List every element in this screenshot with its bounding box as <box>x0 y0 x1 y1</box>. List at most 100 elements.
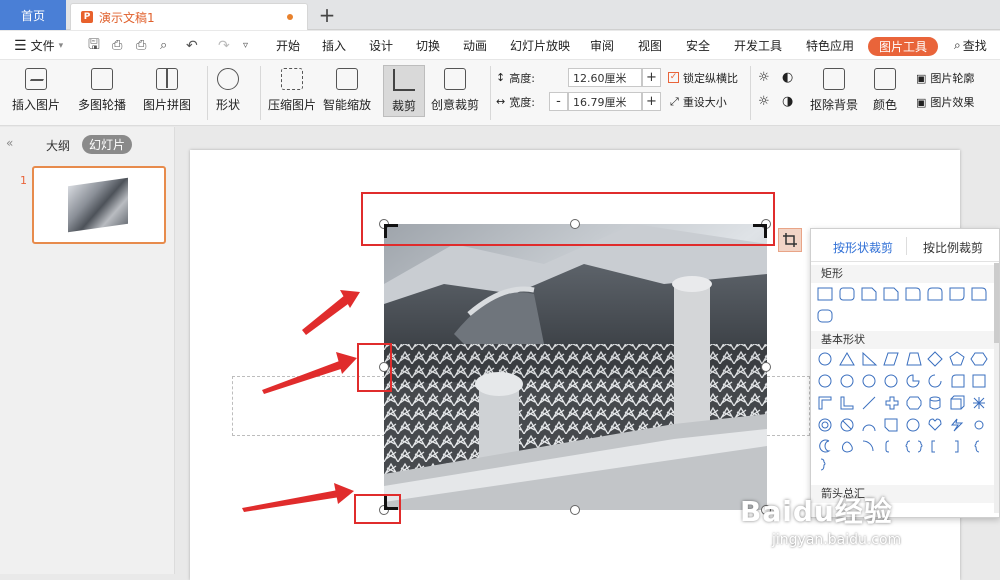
tab-document[interactable]: P 演示文稿1 <box>70 3 308 30</box>
smart-zoom-label: 智能缩放 <box>323 98 372 112</box>
shape-button[interactable]: 形状 <box>216 68 240 113</box>
compress-image-button[interactable]: 压缩图片 <box>268 68 316 113</box>
picture-outline-button[interactable]: ▣ 图片轮廓 <box>916 70 974 86</box>
image-collage-label: 图片拼图 <box>143 98 192 112</box>
compress-icon <box>281 68 303 90</box>
brightness-up-icon[interactable]: ☼ <box>758 70 770 85</box>
shape-snip-rect-2 <box>883 287 899 301</box>
collapse-panel-icon[interactable]: « <box>6 136 13 150</box>
tab-crop-by-shape[interactable]: 按形状裁剪 <box>833 239 893 256</box>
tab-home[interactable]: 首页 <box>0 0 66 30</box>
export-pdf-icon[interactable]: ⎙ <box>112 31 122 60</box>
menu-animation[interactable]: 动画 <box>463 31 487 60</box>
shape-icon <box>217 68 239 90</box>
rectangle-shapes <box>817 287 987 323</box>
width-label-text: 宽度: <box>509 95 535 109</box>
menu-start[interactable]: 开始 <box>276 31 300 60</box>
arrow-icon <box>262 360 344 394</box>
print-icon[interactable]: ⎙ <box>136 31 146 60</box>
menu-security[interactable]: 安全 <box>686 31 710 60</box>
lock-ratio-checkbox[interactable]: ✓ 锁定纵横比 <box>668 68 738 87</box>
document-title: 演示文稿1 <box>99 10 155 25</box>
print-preview-icon[interactable]: ⌕ <box>160 31 167 60</box>
section-rectangle: 矩形 <box>811 265 997 283</box>
height-label-text: 高度: <box>509 71 535 85</box>
file-menu[interactable]: ☰ 文件 ▾ <box>14 31 63 60</box>
height-input[interactable]: 12.60厘米 <box>568 68 642 87</box>
multi-carousel-button[interactable]: 多图轮播 <box>78 68 126 113</box>
shape-rounded-rect-2 <box>817 309 833 323</box>
menu-design[interactable]: 设计 <box>369 31 393 60</box>
unsaved-dot-icon <box>287 14 293 20</box>
shape-round-top <box>927 287 943 301</box>
resize-handle-bottom[interactable] <box>570 505 580 515</box>
width-input[interactable]: 16.79厘米 <box>568 92 642 111</box>
smart-zoom-button[interactable]: 智能缩放 <box>323 68 371 113</box>
floating-crop-button[interactable] <box>778 228 802 252</box>
brightness-down-icon[interactable]: ☼ <box>758 94 770 109</box>
menu-bar: ☰ 文件 ▾ 🖫 ⎙ ⎙ ⌕ ↶ ↷ ▿ 开始 插入 设计 切换 动画 幻灯片放… <box>0 31 1000 60</box>
save-icon[interactable]: 🖫 <box>88 31 100 60</box>
menu-transition[interactable]: 切换 <box>416 31 440 60</box>
menu-review[interactable]: 审阅 <box>590 31 614 60</box>
slide-number: 1 <box>20 174 27 187</box>
crop-icon <box>783 233 797 247</box>
width-label: ↔ 宽度: <box>496 92 535 111</box>
find-label: 查找 <box>962 39 987 53</box>
contrast-down-icon[interactable]: ◑ <box>782 94 793 109</box>
highlight-box <box>361 192 775 246</box>
image-icon <box>25 68 47 90</box>
menu-slideshow[interactable]: 幻灯片放映 <box>510 31 570 60</box>
ribbon-divider <box>207 66 208 120</box>
width-icon: ↔ <box>496 95 506 108</box>
tab-crop-by-ratio[interactable]: 按比例裁剪 <box>923 239 983 256</box>
section-basic-shapes: 基本形状 <box>811 331 997 349</box>
scrollbar-thumb[interactable] <box>994 263 999 343</box>
thumbnail-image <box>68 177 128 233</box>
slide-thumbnail[interactable] <box>32 166 166 244</box>
selected-picture[interactable] <box>384 224 767 510</box>
height-increase-button[interactable]: + <box>642 68 661 87</box>
effect-icon: ▣ <box>916 95 927 109</box>
resize-handle-right[interactable] <box>761 362 771 372</box>
compress-label: 压缩图片 <box>268 98 317 112</box>
redo-icon[interactable]: ↷ <box>218 31 230 60</box>
find-button[interactable]: ⌕ 查找 <box>954 31 987 60</box>
arrow-icon <box>302 295 348 335</box>
creative-crop-label: 创意裁剪 <box>431 98 480 112</box>
collage-icon <box>156 68 178 90</box>
height-icon: ↕ <box>496 71 506 84</box>
crop-button[interactable]: 裁剪 <box>383 65 425 117</box>
ribbon-divider <box>490 66 491 120</box>
smart-zoom-icon <box>336 68 358 90</box>
menu-special-apps[interactable]: 特色应用 <box>806 31 854 60</box>
undo-icon[interactable]: ↶ <box>186 31 198 60</box>
remove-background-button[interactable]: 抠除背景 <box>810 68 858 113</box>
shape-round-one-corner <box>905 287 921 301</box>
panel-divider <box>811 261 999 262</box>
tab-outline[interactable]: 大纲 <box>46 137 70 154</box>
watermark-url: jingyan.baidu.com <box>772 532 902 548</box>
menu-insert[interactable]: 插入 <box>322 31 346 60</box>
menu-picture-tools[interactable]: 图片工具 <box>868 37 938 56</box>
tab-slides[interactable]: 幻灯片 <box>82 135 132 154</box>
insert-image-button[interactable]: 插入图片 <box>12 68 60 113</box>
width-decrease-button[interactable]: - <box>549 92 568 111</box>
remove-background-icon <box>823 68 845 90</box>
creative-crop-button[interactable]: 创意裁剪 <box>431 68 479 113</box>
shape-label: 形状 <box>216 98 241 112</box>
tab-divider <box>906 237 907 255</box>
image-collage-button[interactable]: 图片拼图 <box>143 68 191 113</box>
menu-dev-tools[interactable]: 开发工具 <box>734 31 782 60</box>
menu-view[interactable]: 视图 <box>638 31 662 60</box>
color-button[interactable]: 颜色 <box>873 68 897 113</box>
contrast-up-icon[interactable]: ◐ <box>782 70 793 85</box>
reset-size-button[interactable]: ⤢ 重设大小 <box>670 92 727 111</box>
customize-icon[interactable]: ▿ <box>243 31 248 60</box>
width-increase-button[interactable]: + <box>642 92 661 111</box>
new-tab-button[interactable]: + <box>316 4 338 26</box>
ribbon: 插入图片 多图轮播 图片拼图 形状 压缩图片 智能缩放 裁剪 创意裁剪 ↕ 高度:… <box>0 60 1000 126</box>
panel-scrollbar[interactable] <box>994 263 999 513</box>
picture-effect-button[interactable]: ▣ 图片效果 <box>916 94 974 110</box>
color-icon <box>874 68 896 90</box>
